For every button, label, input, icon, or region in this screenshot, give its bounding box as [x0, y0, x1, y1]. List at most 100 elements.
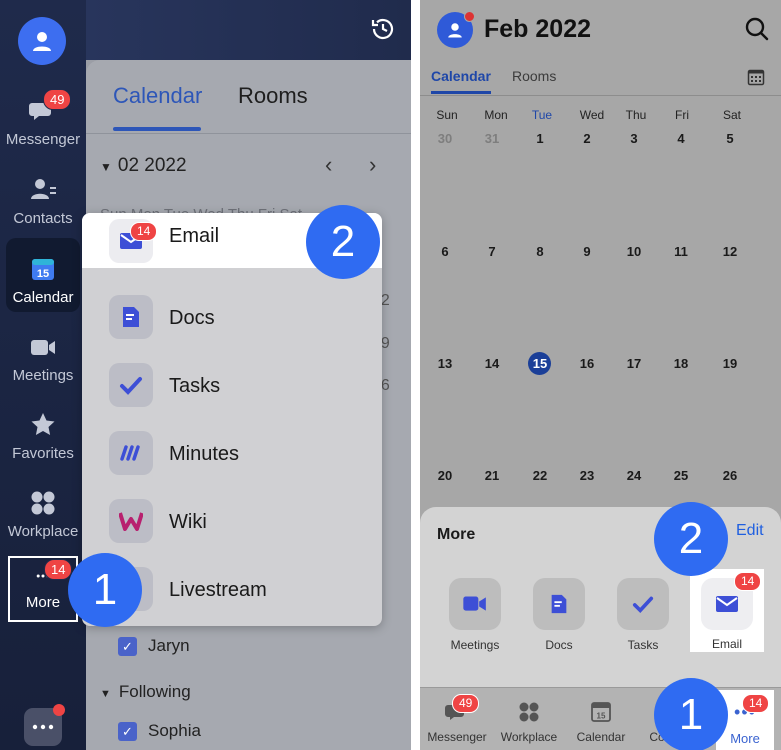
tab-rooms[interactable]: Rooms — [238, 83, 308, 109]
calendar-day[interactable]: 4 — [661, 131, 701, 146]
avatar[interactable] — [18, 17, 66, 65]
tab-calendar[interactable]: Calendar — [431, 68, 491, 84]
next-month-button[interactable]: › — [369, 152, 376, 178]
menu-item-icon-box — [109, 499, 153, 543]
calendar-day[interactable]: 24 — [614, 468, 654, 483]
calendar-list-item-sophia: Sophia — [148, 721, 201, 740]
calendar-day[interactable]: 5 — [710, 131, 750, 146]
email-badge: 14 — [734, 572, 762, 591]
sidebar-item-favorites[interactable]: Favorites — [0, 410, 86, 462]
sidebar-item-workplace[interactable]: Workplace — [0, 488, 86, 540]
sidebar-item-meetings[interactable]: Meetings — [0, 332, 86, 384]
tasks-icon — [632, 596, 654, 614]
app-docs[interactable]: Docs — [526, 578, 592, 652]
edit-button[interactable]: Edit — [736, 522, 764, 540]
calendar-day[interactable]: 21 — [472, 468, 512, 483]
calendar-day[interactable]: 3 — [614, 131, 654, 146]
tabbar-item-more[interactable]: More — [716, 731, 774, 746]
active-tab-underline — [431, 91, 491, 94]
checkbox-jaryn[interactable]: ✓ — [118, 637, 137, 656]
calendar-day[interactable]: 14 — [472, 356, 512, 371]
weekday-label: Mon — [484, 108, 508, 122]
calendar-icon: 15 — [32, 259, 54, 280]
calendar-day[interactable]: 10 — [614, 244, 654, 259]
menu-item-minutes[interactable]: Minutes — [82, 417, 382, 485]
tabbar-item-calendar[interactable]: 15 Calendar — [565, 700, 637, 744]
app-label: Tasks — [627, 638, 659, 652]
app-icon-box — [449, 578, 501, 630]
calendar-list-item-jaryn: Jaryn — [148, 636, 190, 655]
prev-month-button[interactable]: ‹ — [325, 152, 332, 178]
sidebar-item-contacts[interactable]: Contacts — [0, 175, 86, 227]
checkbox-sophia[interactable]: ✓ — [118, 722, 137, 741]
messenger-badge: 49 — [452, 694, 480, 713]
app-label: Docs — [545, 638, 573, 652]
contacts-icon — [31, 179, 56, 199]
weekday-label: Fri — [675, 108, 689, 122]
history-icon[interactable] — [370, 16, 396, 42]
calendar-view-icon[interactable] — [747, 68, 765, 86]
menu-item-label: Tasks — [169, 375, 221, 397]
menu-item-icon-box — [109, 363, 153, 407]
calendar-day[interactable]: 18 — [661, 356, 701, 371]
docs-icon — [123, 307, 139, 327]
calendar-day[interactable]: 8 — [520, 244, 560, 259]
sidebar-item-calendar[interactable]: 15 Calendar — [0, 254, 86, 306]
tab-calendar[interactable]: Calendar — [113, 83, 202, 109]
grid-icon — [519, 702, 539, 722]
app-label: Email — [711, 637, 742, 651]
video-icon — [31, 340, 55, 355]
menu-item-wiki[interactable]: Wiki — [82, 485, 382, 553]
search-icon[interactable] — [744, 16, 770, 42]
step-marker-2: 2 — [654, 502, 728, 576]
user-icon — [448, 23, 462, 38]
weekday-label: Tue — [531, 108, 553, 122]
calendar-day[interactable]: 19 — [710, 356, 750, 371]
screenshot-root: Messenger 49 Contacts 15 Calendar Meetin… — [0, 0, 781, 750]
minutes-icon — [120, 445, 140, 461]
weekday-label: Wed — [579, 108, 605, 122]
tab-rooms[interactable]: Rooms — [512, 68, 556, 84]
calendar-day[interactable]: 1 — [520, 131, 560, 146]
star-icon — [31, 413, 55, 435]
month-selector[interactable]: ▼ 02 2022 — [100, 155, 187, 177]
docs-icon — [551, 594, 567, 614]
calendar-day[interactable]: 26 — [710, 468, 750, 483]
app-icon-box — [533, 578, 585, 630]
calendar-day[interactable]: 2 — [567, 131, 607, 146]
app-tasks[interactable]: Tasks — [610, 578, 676, 652]
calendar-day[interactable]: 20 — [425, 468, 465, 483]
menu-item-tasks[interactable]: Tasks — [82, 349, 382, 417]
calendar-day[interactable]: 13 — [425, 356, 465, 371]
top-strip — [86, 0, 411, 60]
calendar-icon-date: 15 — [597, 712, 606, 721]
calendar-day[interactable]: 30 — [425, 131, 465, 146]
calendar-day[interactable]: 7 — [472, 244, 512, 259]
calendar-day[interactable]: 23 — [567, 468, 607, 483]
calendar-day[interactable]: 9 — [567, 244, 607, 259]
tabbar-item-workplace[interactable]: Workplace — [493, 700, 565, 744]
more-badge: 14 — [44, 559, 73, 580]
month-label: 02 2022 — [117, 155, 187, 176]
page-title: Feb 2022 — [484, 15, 592, 43]
calendar-day[interactable]: 11 — [661, 244, 701, 259]
calendar-day[interactable]: 22 — [520, 468, 560, 483]
menu-item-docs[interactable]: Docs — [82, 281, 382, 349]
notification-dot — [464, 11, 475, 22]
calendar-day[interactable]: 16 — [567, 356, 607, 371]
wiki-icon — [119, 512, 143, 531]
weekday-label: Thu — [625, 108, 647, 122]
grid-icon — [31, 491, 55, 515]
calendar-day[interactable]: 17 — [614, 356, 654, 371]
step-marker-2: 2 — [306, 205, 380, 279]
user-icon — [33, 32, 51, 51]
calendar-day[interactable]: 31 — [472, 131, 512, 146]
email-badge: 14 — [130, 222, 158, 241]
calendar-day[interactable]: 6 — [425, 244, 465, 259]
calendar-day[interactable]: 25 — [661, 468, 701, 483]
calendar-day[interactable]: 15 — [520, 356, 560, 371]
sidebar-item-label: Favorites — [12, 445, 74, 462]
calendar-day[interactable]: 12 — [710, 244, 750, 259]
following-section[interactable]: ▼ Following — [100, 682, 191, 702]
app-meetings[interactable]: Meetings — [442, 578, 508, 652]
